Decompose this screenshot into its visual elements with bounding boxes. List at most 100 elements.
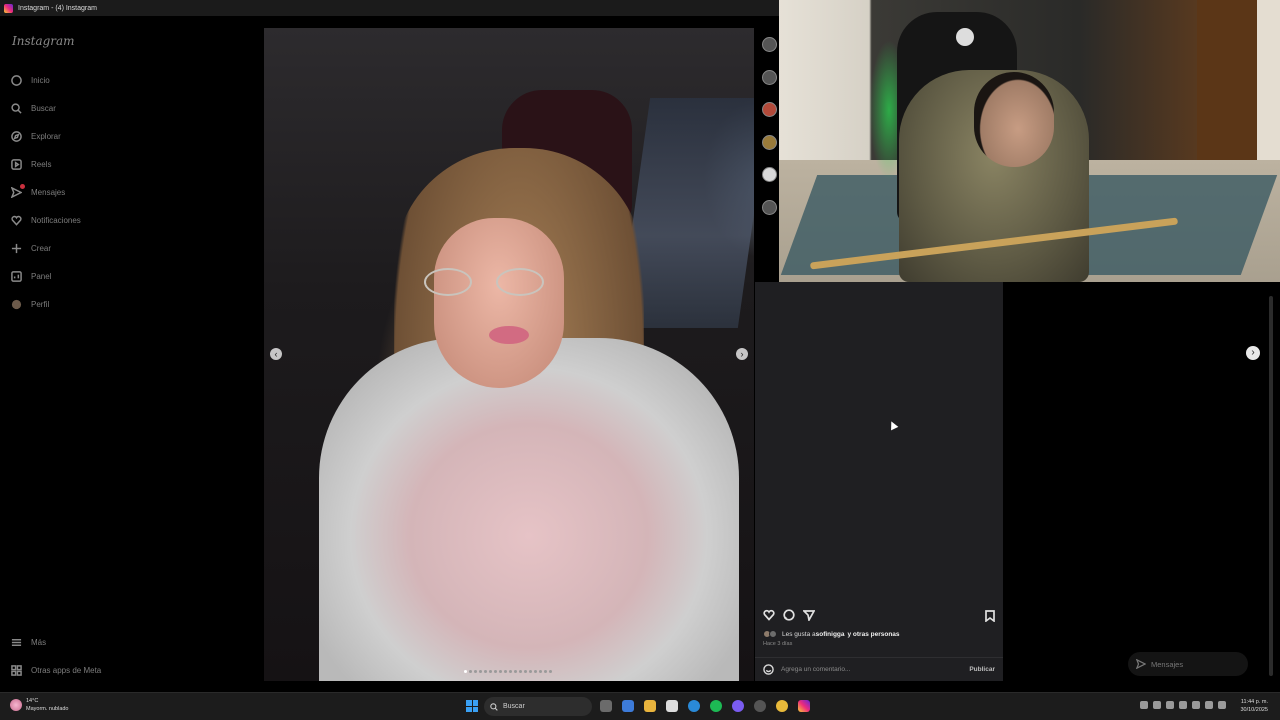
photo-glasses-left [424, 268, 472, 296]
instagram-taskbar-icon[interactable] [798, 700, 810, 712]
home-icon [11, 74, 22, 86]
sidebar-item-perfil[interactable]: Perfil [11, 296, 49, 312]
comment-input[interactable]: Agrega un comentario... [781, 666, 969, 673]
file-explorer-icon[interactable] [644, 700, 656, 712]
taskbar-clock[interactable]: 11:44 p. m. 30/10/2025 [1232, 698, 1268, 714]
network-icon[interactable] [1205, 701, 1213, 709]
sidebar-item-reels[interactable]: Reels [11, 156, 51, 172]
meta-apps-icon [11, 664, 22, 676]
plus-icon [11, 243, 22, 253]
sidebar-item-buscar[interactable]: Buscar [11, 100, 56, 116]
photo-lips [489, 326, 529, 344]
avatar-icon [11, 299, 22, 309]
edge-icon[interactable] [688, 700, 700, 712]
webcam-chair-logo [956, 28, 974, 46]
next-post-button[interactable]: › [1246, 346, 1260, 360]
screen: Instagram - (4) Instagram Instagram Inic… [0, 0, 1280, 720]
carousel-dot [534, 670, 537, 673]
post-timestamp: Hace 3 días [763, 641, 793, 647]
weather-widget[interactable]: 14°C Mayorm. nublado [10, 697, 69, 713]
sidebar-item-label: Panel [31, 271, 52, 281]
sidebar-item-panel[interactable]: Panel [11, 268, 51, 284]
carousel-dot [519, 670, 522, 673]
taskbar-search-label: Buscar [503, 703, 525, 710]
search-icon [490, 702, 498, 711]
weather-icon [10, 699, 22, 711]
comment-composer: Agrega un comentario... Publicar [755, 657, 1003, 681]
carousel-dot [504, 670, 507, 673]
post-details-panel: Les gusta a sofiniggа y otras personas H… [755, 282, 1003, 681]
tray-app-icon[interactable] [1166, 701, 1174, 709]
carousel-dot [549, 670, 552, 673]
bookmark-icon [985, 610, 995, 623]
sidebar-item-explorar[interactable]: Explorar [11, 128, 61, 144]
carousel-dot [464, 670, 467, 673]
tray-app-icon[interactable] [1179, 701, 1187, 709]
story-avatar[interactable] [762, 167, 777, 182]
sidebar-item-label: Reels [31, 159, 52, 169]
sidebar-item-label: Inicio [31, 75, 50, 85]
carousel-dot [509, 670, 512, 673]
tray-app-icon[interactable] [1153, 701, 1161, 709]
unread-badge [20, 184, 25, 189]
post-actions [763, 609, 815, 621]
story-avatar[interactable] [762, 70, 777, 85]
tray-app-icon[interactable] [1192, 701, 1200, 709]
store-icon[interactable] [666, 700, 678, 712]
carousel-dot [514, 670, 517, 673]
carousel-indicator [464, 670, 552, 674]
sidebar-more[interactable]: Más [11, 634, 46, 650]
volume-icon[interactable] [1218, 701, 1226, 709]
weather-temp: 14°C [26, 698, 39, 704]
save-button[interactable] [984, 609, 996, 627]
comment-icon[interactable] [783, 609, 795, 621]
spotify-icon[interactable] [710, 700, 722, 712]
story-avatar[interactable] [762, 135, 777, 150]
liked-by-user[interactable]: sofiniggа [816, 631, 845, 638]
webcam-person-head [974, 72, 1054, 167]
story-avatar[interactable] [762, 102, 777, 117]
sidebar-item-label: Mensajes [31, 187, 66, 197]
likes-prefix: Les gusta a [782, 630, 816, 638]
carousel-dot [529, 670, 532, 673]
taskbar-search[interactable]: Buscar [484, 697, 592, 716]
app-icon[interactable] [754, 700, 766, 712]
window-title: Instagram - (4) Instagram [18, 4, 97, 12]
discord-icon[interactable] [732, 700, 744, 712]
story-avatar[interactable] [762, 200, 777, 215]
carousel-dot [479, 670, 482, 673]
emoji-icon[interactable] [763, 664, 774, 675]
weather-desc: Mayorm. nublado [26, 706, 69, 712]
sidebar-item-label: Perfil [31, 299, 50, 309]
windows-start-icon[interactable] [466, 700, 478, 712]
sidebar-item-crear[interactable]: Crear [11, 240, 51, 256]
photo-shirt [319, 338, 739, 681]
chrome-icon[interactable] [776, 700, 788, 712]
likes-summary[interactable]: Les gusta a sofiniggа y otras personas [763, 630, 900, 638]
tray-chevron-icon[interactable] [1140, 701, 1148, 709]
like-heart-icon[interactable] [763, 609, 775, 621]
sidebar-item-label: Explorar [31, 131, 61, 141]
carousel-dot [489, 670, 492, 673]
share-icon[interactable] [803, 609, 815, 621]
likes-suffix[interactable]: y otras personas [848, 631, 900, 638]
sidebar-meta-apps[interactable]: Otras apps de Meta [11, 662, 101, 678]
sidebar-item-inicio[interactable]: Inicio [11, 72, 50, 88]
sidebar-item-notificaciones[interactable]: Notificaciones [11, 212, 81, 228]
system-tray[interactable] [1140, 701, 1226, 709]
sidebar-item-mensajes[interactable]: Mensajes [11, 184, 65, 200]
task-view-icon[interactable] [600, 700, 612, 712]
scrollbar[interactable] [1269, 296, 1273, 676]
instagram-logo[interactable]: Instagram [12, 34, 75, 48]
publish-button[interactable]: Publicar [969, 666, 995, 673]
copilot-icon[interactable] [622, 700, 634, 712]
window-titlebar: Instagram - (4) Instagram [0, 0, 780, 16]
story-avatar[interactable] [762, 37, 777, 52]
chart-icon [11, 270, 22, 282]
carousel-next-button[interactable]: › [736, 348, 748, 360]
carousel-prev-button[interactable]: ‹ [270, 348, 282, 360]
post-media[interactable] [264, 28, 754, 681]
photo-face [434, 218, 564, 388]
messages-pill[interactable]: Mensajes [1128, 652, 1248, 676]
sidebar-item-label: Buscar [31, 103, 56, 113]
